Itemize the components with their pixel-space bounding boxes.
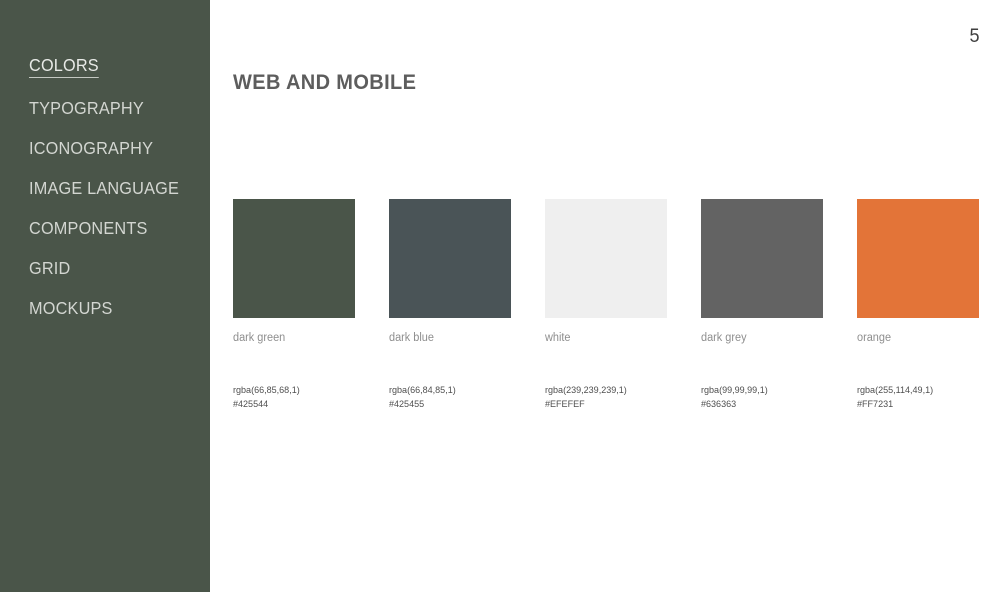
- color-swatch-item: dark blue rgba(66,84,85,1) #425455: [389, 199, 511, 412]
- content-area: 5 WEB AND MOBILE dark green rgba(66,85,6…: [210, 0, 1005, 595]
- sidebar-item-label: IMAGE LANGUAGE: [29, 178, 180, 198]
- sidebar-item-colors[interactable]: COLORS: [29, 56, 192, 78]
- sidebar-item-label: ICONOGRAPHY: [29, 138, 154, 158]
- color-rgba-value: rgba(66,85,68,1): [233, 384, 300, 396]
- color-name-label: white: [545, 332, 571, 344]
- page-number: 5: [969, 26, 980, 47]
- color-values: rgba(99,99,99,1) #636363: [701, 384, 817, 412]
- sidebar-item-label: GRID: [29, 258, 71, 278]
- color-rgba-value: rgba(66,84,85,1): [389, 384, 456, 396]
- color-chip[interactable]: [233, 199, 355, 318]
- color-name-label: dark blue: [389, 332, 434, 344]
- color-swatch-item: white rgba(239,239,239,1) #EFEFEF: [545, 199, 667, 412]
- color-hex-value: #636363: [701, 398, 737, 410]
- sidebar: COLORS TYPOGRAPHY ICONOGRAPHY IMAGE LANG…: [0, 0, 210, 592]
- color-name-label: orange: [857, 332, 892, 344]
- color-rgba-value: rgba(255,114,49,1): [857, 384, 934, 396]
- sidebar-item-grid[interactable]: GRID: [29, 258, 192, 278]
- color-rgba-value: rgba(239,239,239,1): [545, 384, 627, 396]
- color-swatch-item: dark grey rgba(99,99,99,1) #636363: [701, 199, 823, 412]
- color-values: rgba(66,85,68,1) #425544: [233, 384, 349, 412]
- color-chip[interactable]: [857, 199, 979, 318]
- color-name-label: dark grey: [701, 332, 747, 344]
- color-hex-value: #EFEFEF: [545, 398, 585, 410]
- sidebar-item-label: TYPOGRAPHY: [29, 98, 144, 118]
- sidebar-item-image-language[interactable]: IMAGE LANGUAGE: [29, 178, 192, 198]
- color-values: rgba(255,114,49,1) #FF7231: [857, 384, 973, 412]
- color-hex-value: #425455: [389, 398, 425, 410]
- sidebar-item-typography[interactable]: TYPOGRAPHY: [29, 98, 192, 118]
- color-swatch-item: orange rgba(255,114,49,1) #FF7231: [857, 199, 979, 412]
- color-hex-value: #425544: [233, 398, 269, 410]
- sidebar-item-label: MOCKUPS: [29, 298, 113, 318]
- sidebar-item-label: COLORS: [29, 56, 99, 78]
- page-title: WEB AND MOBILE: [233, 70, 417, 95]
- color-hex-value: #FF7231: [857, 398, 894, 410]
- sidebar-nav: COLORS TYPOGRAPHY ICONOGRAPHY IMAGE LANG…: [29, 56, 204, 340]
- color-name-label: dark green: [233, 332, 286, 344]
- sidebar-item-mockups[interactable]: MOCKUPS: [29, 298, 192, 318]
- color-chip[interactable]: [389, 199, 511, 318]
- color-rgba-value: rgba(99,99,99,1): [701, 384, 768, 396]
- color-values: rgba(239,239,239,1) #EFEFEF: [545, 384, 661, 412]
- sidebar-item-components[interactable]: COMPONENTS: [29, 218, 192, 238]
- color-swatch-item: dark green rgba(66,85,68,1) #425544: [233, 199, 355, 412]
- color-chip[interactable]: [545, 199, 667, 318]
- color-values: rgba(66,84,85,1) #425455: [389, 384, 505, 412]
- sidebar-item-iconography[interactable]: ICONOGRAPHY: [29, 138, 192, 158]
- color-swatch-row: dark green rgba(66,85,68,1) #425544 dark…: [233, 199, 979, 412]
- sidebar-item-label: COMPONENTS: [29, 218, 148, 238]
- color-chip[interactable]: [701, 199, 823, 318]
